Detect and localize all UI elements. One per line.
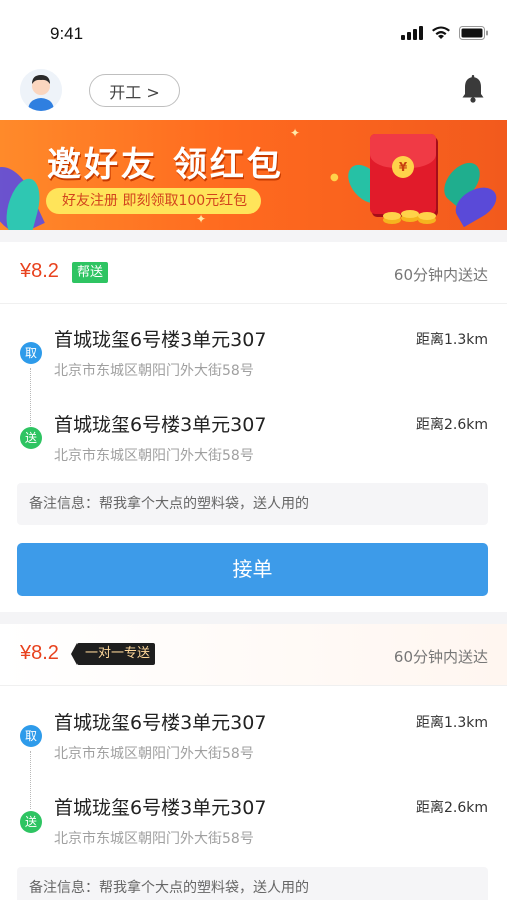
dropoff-distance: 距离2.6km	[415, 800, 488, 816]
dropoff-name: 首城珑玺6号楼3单元307	[54, 414, 267, 436]
wifi-icon	[431, 25, 451, 44]
avatar[interactable]	[20, 69, 62, 111]
route-connector	[30, 368, 31, 426]
app-screen: 9:41 开工 > ✦ ✦ ● 邀好友 领红包 好友注册 即刻领取100元红包 …	[0, 0, 507, 900]
order-note: 备注信息：帮我拿个大点的塑料袋，送人用的	[17, 867, 488, 900]
order-type-tag: 帮送	[72, 262, 109, 283]
pickup-badge: 取	[20, 342, 42, 364]
route-connector	[30, 751, 31, 809]
pickup-badge: 取	[20, 725, 42, 747]
pickup-address: 北京市东城区朝阳门外大街58号	[54, 746, 254, 762]
sparkle-icon: ●	[330, 172, 339, 183]
status-icons	[401, 25, 489, 44]
banner-title: 邀好友 领红包	[47, 145, 284, 185]
order-header: ¥8.2 帮送 60分钟内送达	[0, 242, 507, 304]
pickup-distance: 距离1.3km	[415, 715, 488, 731]
order-eta: 60分钟内送达	[393, 266, 488, 284]
order-price: ¥8.2	[20, 642, 59, 664]
dropoff-badge: 送	[20, 427, 42, 449]
dropoff-name: 首城珑玺6号楼3单元307	[54, 797, 267, 819]
dropoff-badge: 送	[20, 811, 42, 833]
order-type-tag: 一对一专送	[70, 643, 156, 665]
sparkle-icon: ✦	[290, 126, 301, 140]
red-envelope-icon: ¥	[370, 134, 436, 214]
accept-order-button[interactable]: 接单	[17, 543, 488, 596]
coins-icon	[383, 210, 436, 224]
order-card: ¥8.2 帮送 60分钟内送达 取 送 首城珑玺6号楼3单元307 北京市东城区…	[0, 242, 507, 612]
bell-icon[interactable]	[461, 75, 485, 107]
pickup-address: 北京市东城区朝阳门外大街58号	[54, 363, 254, 379]
order-header: ¥8.2 一对一专送 60分钟内送达	[0, 624, 507, 686]
status-bar: 9:41	[0, 0, 507, 62]
pickup-distance: 距离1.3km	[415, 332, 488, 348]
dropoff-distance: 距离2.6km	[415, 417, 488, 433]
dropoff-address: 北京市东城区朝阳门外大街58号	[54, 448, 254, 464]
order-eta: 60分钟内送达	[393, 648, 488, 666]
dropoff-address: 北京市东城区朝阳门外大街58号	[54, 831, 254, 847]
sparkle-icon: ✦	[196, 212, 207, 226]
start-work-button[interactable]: 开工 >	[89, 74, 180, 107]
order-card: ¥8.2 一对一专送 60分钟内送达 取 送 首城珑玺6号楼3单元307 北京市…	[0, 624, 507, 900]
order-price: ¥8.2	[20, 260, 59, 282]
top-bar: 开工 >	[0, 62, 507, 120]
order-note: 备注信息：帮我拿个大点的塑料袋，送人用的	[17, 483, 488, 525]
banner-subtitle: 好友注册 即刻领取100元红包	[46, 188, 262, 214]
battery-icon	[459, 25, 489, 44]
invite-banner[interactable]: ✦ ✦ ● 邀好友 领红包 好友注册 即刻领取100元红包 ¥	[0, 120, 507, 230]
pickup-name: 首城珑玺6号楼3单元307	[54, 329, 267, 351]
pickup-name: 首城珑玺6号楼3单元307	[54, 712, 267, 734]
status-time: 9:41	[50, 24, 84, 43]
signal-icon	[401, 25, 423, 44]
